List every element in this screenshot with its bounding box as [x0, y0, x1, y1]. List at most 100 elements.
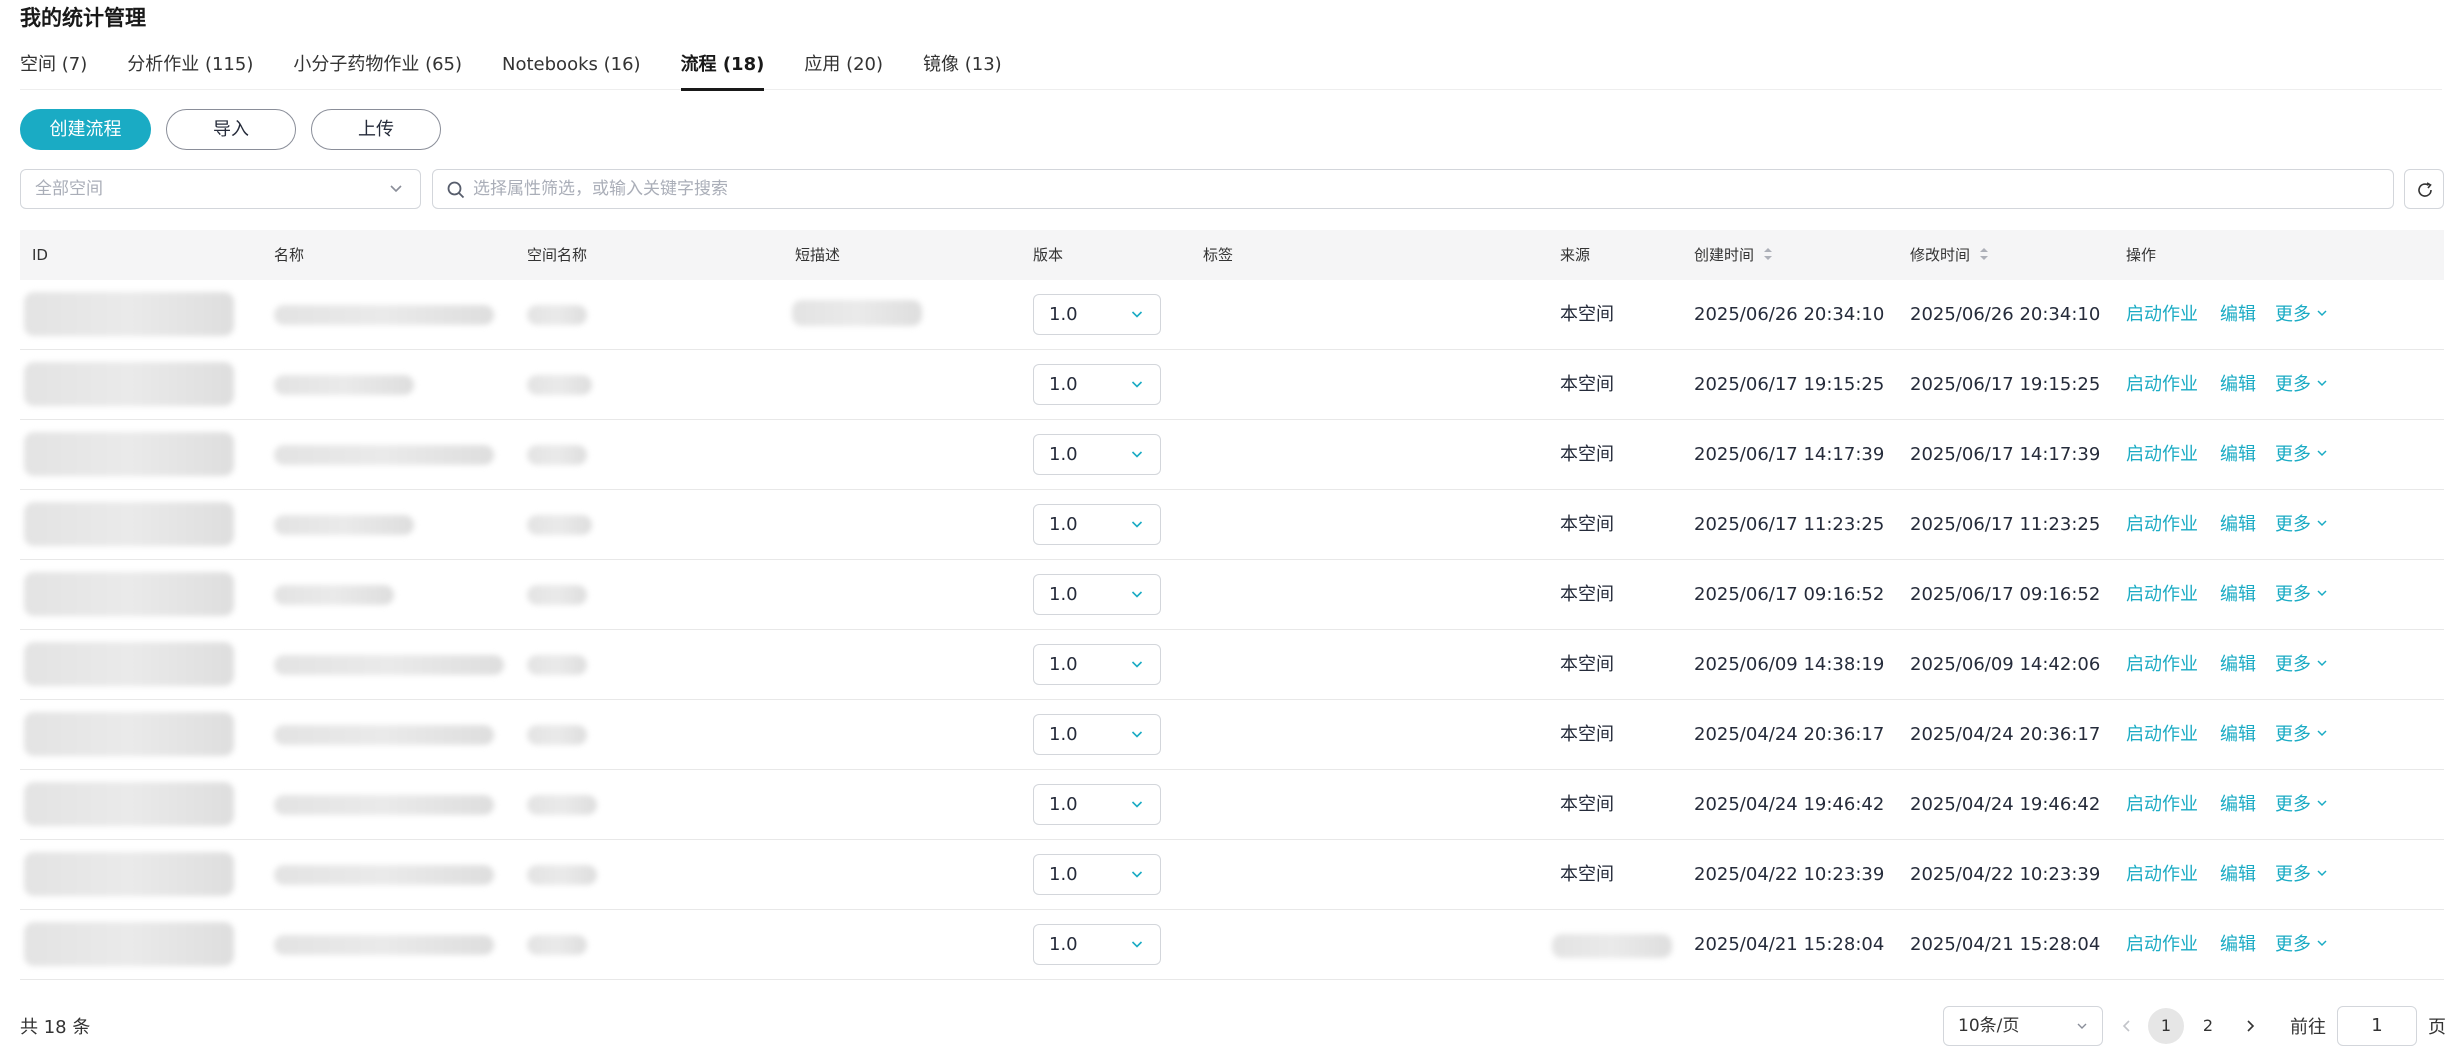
source-cell: 本空间 — [1560, 864, 1614, 885]
redacted-name — [274, 585, 394, 605]
version-select[interactable]: 1.0 — [1033, 364, 1161, 405]
version-select[interactable]: 1.0 — [1033, 784, 1161, 825]
chevron-down-icon — [2317, 800, 2327, 807]
redacted-space-name — [527, 305, 587, 325]
more-label: 更多 — [2275, 304, 2311, 325]
chevron-down-icon — [2317, 380, 2327, 387]
tab-notebooks[interactable]: Notebooks (16) — [502, 48, 641, 90]
goto-page-input[interactable]: 1 — [2337, 1006, 2417, 1046]
refresh-button[interactable] — [2404, 169, 2444, 209]
col-name: 名称 — [274, 246, 305, 264]
created-time-cell: 2025/04/24 20:36:17 — [1694, 724, 1885, 745]
sort-icon — [1764, 248, 1773, 260]
more-menu[interactable]: 更多 — [2275, 560, 2329, 630]
version-value: 1.0 — [1049, 374, 1078, 395]
space-select[interactable]: 全部空间 — [20, 169, 421, 209]
search-input[interactable]: 选择属性筛选，或输入关键字搜索 — [432, 169, 2394, 209]
tab-small-molecule-jobs[interactable]: 小分子药物作业 (65) — [293, 48, 462, 90]
source-cell: 本空间 — [1560, 724, 1614, 745]
more-menu[interactable]: 更多 — [2275, 840, 2329, 910]
start-job-link[interactable]: 启动作业 — [2126, 840, 2198, 910]
edit-link[interactable]: 编辑 — [2220, 420, 2256, 490]
upload-button[interactable]: 上传 — [311, 109, 441, 150]
table-row: 1.0 本空间 2025/06/17 09:16:52 2025/06/17 09:1… — [20, 560, 2444, 630]
version-select[interactable]: 1.0 — [1033, 574, 1161, 615]
more-menu[interactable]: 更多 — [2275, 280, 2329, 350]
tab-workflows[interactable]: 流程 (18) — [680, 48, 764, 91]
next-page-button[interactable] — [2235, 1008, 2265, 1044]
version-select[interactable]: 1.0 — [1033, 854, 1161, 895]
start-job-link[interactable]: 启动作业 — [2126, 280, 2198, 350]
tab-analysis-jobs[interactable]: 分析作业 (115) — [127, 48, 253, 90]
chevron-down-icon — [1131, 311, 1143, 318]
import-button[interactable]: 导入 — [166, 109, 296, 150]
edit-link[interactable]: 编辑 — [2220, 490, 2256, 560]
edit-link[interactable]: 编辑 — [2220, 350, 2256, 420]
col-modified[interactable]: 修改时间 — [1910, 230, 1990, 280]
start-job-link[interactable]: 启动作业 — [2126, 910, 2198, 980]
version-select[interactable]: 1.0 — [1033, 644, 1161, 685]
redacted-name — [274, 305, 494, 325]
modified-time-cell: 2025/06/17 09:16:52 — [1910, 584, 2101, 605]
edit-link[interactable]: 编辑 — [2220, 910, 2256, 980]
workflow-table: ID 名称 空间名称 短描述 版本 标签 来源 创建时间 修改时间 操作 1.0… — [20, 230, 2444, 980]
more-menu[interactable]: 更多 — [2275, 490, 2329, 560]
search-icon — [447, 181, 465, 199]
redacted-name — [274, 655, 504, 675]
redacted-name — [274, 795, 494, 815]
redacted-name — [274, 515, 414, 535]
more-menu[interactable]: 更多 — [2275, 420, 2329, 490]
chevron-down-icon — [1131, 801, 1143, 808]
redacted-id — [24, 782, 234, 826]
table-row: 1.0 本空间 2025/06/09 14:38:19 2025/06/09 14:4… — [20, 630, 2444, 700]
start-job-link[interactable]: 启动作业 — [2126, 700, 2198, 770]
page-size-select[interactable]: 10条/页 — [1943, 1006, 2103, 1046]
version-select[interactable]: 1.0 — [1033, 504, 1161, 545]
more-menu[interactable]: 更多 — [2275, 910, 2329, 980]
edit-link[interactable]: 编辑 — [2220, 630, 2256, 700]
version-select[interactable]: 1.0 — [1033, 924, 1161, 965]
start-job-link[interactable]: 启动作业 — [2126, 770, 2198, 840]
tab-images[interactable]: 镜像 (13) — [923, 48, 1002, 90]
modified-time-cell: 2025/06/17 19:15:25 — [1910, 374, 2101, 395]
source-cell: 本空间 — [1560, 514, 1614, 535]
chevron-down-icon — [2317, 940, 2327, 947]
redacted-name — [274, 935, 494, 955]
edit-link[interactable]: 编辑 — [2220, 770, 2256, 840]
edit-link[interactable]: 编辑 — [2220, 700, 2256, 770]
page-2-button[interactable]: 2 — [2190, 1008, 2226, 1044]
more-menu[interactable]: 更多 — [2275, 700, 2329, 770]
page-1-button[interactable]: 1 — [2148, 1008, 2184, 1044]
create-workflow-button[interactable]: 创建流程 — [20, 109, 151, 150]
redacted-id — [24, 852, 234, 896]
edit-link[interactable]: 编辑 — [2220, 560, 2256, 630]
tab-spaces[interactable]: 空间 (7) — [20, 48, 87, 90]
start-job-link[interactable]: 启动作业 — [2126, 630, 2198, 700]
start-job-link[interactable]: 启动作业 — [2126, 560, 2198, 630]
version-select[interactable]: 1.0 — [1033, 434, 1161, 475]
col-version: 版本 — [1033, 246, 1064, 264]
version-select[interactable]: 1.0 — [1033, 294, 1161, 335]
modified-time-cell: 2025/06/26 20:34:10 — [1910, 304, 2101, 325]
source-cell: 本空间 — [1560, 584, 1614, 605]
chevron-down-icon — [1131, 871, 1143, 878]
col-created[interactable]: 创建时间 — [1694, 230, 1774, 280]
tab-apps[interactable]: 应用 (20) — [804, 48, 883, 90]
start-job-link[interactable]: 启动作业 — [2126, 490, 2198, 560]
more-menu[interactable]: 更多 — [2275, 770, 2329, 840]
version-select[interactable]: 1.0 — [1033, 714, 1161, 755]
start-job-link[interactable]: 启动作业 — [2126, 350, 2198, 420]
more-menu[interactable]: 更多 — [2275, 630, 2329, 700]
prev-page-button[interactable] — [2112, 1008, 2142, 1044]
edit-link[interactable]: 编辑 — [2220, 840, 2256, 910]
edit-link[interactable]: 编辑 — [2220, 280, 2256, 350]
source-cell: 本空间 — [1560, 654, 1614, 675]
redacted-space-name — [527, 585, 587, 605]
chevron-down-icon — [2317, 730, 2327, 737]
more-menu[interactable]: 更多 — [2275, 350, 2329, 420]
redacted-source — [1552, 934, 1672, 958]
start-job-link[interactable]: 启动作业 — [2126, 420, 2198, 490]
redacted-id — [24, 712, 234, 756]
table-row: 1.0 本空间 2025/06/17 19:15:25 2025/06/17 19:1… — [20, 350, 2444, 420]
version-value: 1.0 — [1049, 724, 1078, 745]
